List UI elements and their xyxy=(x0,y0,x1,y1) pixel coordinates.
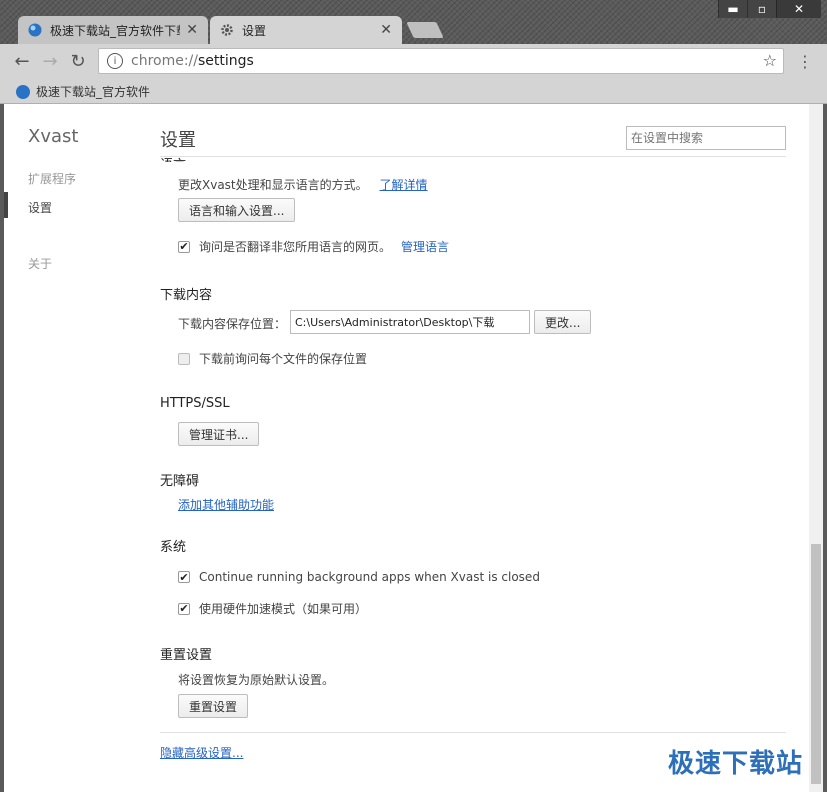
tab-close-icon[interactable]: ✕ xyxy=(186,22,198,38)
background-apps-checkbox-row[interactable]: ✔ Continue running background apps when … xyxy=(178,570,540,584)
download-location-label: 下载内容保存位置： xyxy=(178,317,287,331)
url-scheme: chrome:// xyxy=(131,53,198,69)
window-controls: ▬ ▫ ✕ xyxy=(718,0,821,18)
url-path: settings xyxy=(198,53,254,69)
reset-section-title: 重置设置 xyxy=(160,648,213,663)
sidebar-item-extensions[interactable]: 扩展程序 xyxy=(28,170,76,187)
site-favicon-icon xyxy=(28,23,42,37)
scrollbar-thumb[interactable] xyxy=(811,544,821,784)
hardware-accel-label: 使用硬件加速模式（如果可用） xyxy=(199,602,368,616)
language-description: 更改Xvast处理和显示语言的方式。 了解详情 xyxy=(178,176,427,193)
info-icon[interactable]: i xyxy=(107,53,123,69)
header-divider xyxy=(160,156,786,157)
background-apps-label: Continue running background apps when Xv… xyxy=(199,570,540,584)
tab-title: 设置 xyxy=(242,23,267,38)
hardware-accel-checkbox-row[interactable]: ✔ 使用硬件加速模式（如果可用） xyxy=(178,600,367,617)
watermark-logo: 极速下载站 xyxy=(667,749,803,779)
manage-certificates-button[interactable]: 管理证书... xyxy=(178,422,260,446)
ask-location-label: 下载前询问每个文件的保存位置 xyxy=(199,352,368,366)
translate-label: 询问是否翻译非您所用语言的网页。 xyxy=(199,240,392,254)
settings-sidebar: Xvast 扩展程序 设置 关于 xyxy=(4,104,154,792)
change-download-location-button[interactable]: 更改... xyxy=(534,310,592,334)
back-button[interactable]: ← xyxy=(12,52,32,72)
gear-icon xyxy=(220,23,234,37)
background-apps-checkbox[interactable]: ✔ xyxy=(178,571,190,584)
sidebar-item-about[interactable]: 关于 xyxy=(28,255,52,272)
language-section-title: 语言 xyxy=(160,154,186,162)
ask-location-checkbox-row[interactable]: 下载前询问每个文件的保存位置 xyxy=(178,350,367,367)
title-bar: ▬ ▫ ✕ 极速下载站_官方软件下载 ✕ 设置 ✕ xyxy=(0,0,827,44)
bookmark-label: 极速下载站_官方软件 xyxy=(36,85,151,99)
https-section-title: HTTPS/SSL xyxy=(160,396,230,411)
new-tab-button[interactable] xyxy=(406,22,444,38)
menu-button[interactable]: ⋮ xyxy=(797,52,813,71)
hardware-accel-checkbox[interactable]: ✔ xyxy=(178,602,190,615)
translate-checkbox[interactable]: ✔ xyxy=(178,240,190,253)
accessibility-section-title: 无障碍 xyxy=(160,474,200,489)
forward-button[interactable]: → xyxy=(40,52,60,72)
brand-name: Xvast xyxy=(28,126,79,147)
translate-checkbox-row[interactable]: ✔ 询问是否翻译非您所用语言的网页。 管理语言 xyxy=(178,238,449,255)
page-title: 设置 xyxy=(160,130,196,151)
tab-jisu-download[interactable]: 极速下载站_官方软件下载 ✕ xyxy=(18,16,208,44)
language-description-text: 更改Xvast处理和显示语言的方式。 xyxy=(178,178,368,192)
tab-title: 极速下载站_官方软件下载 xyxy=(50,23,181,38)
manage-languages-link[interactable]: 管理语言 xyxy=(401,238,449,255)
language-input-settings-button[interactable]: 语言和输入设置... xyxy=(178,198,296,222)
reset-settings-button[interactable]: 重置设置 xyxy=(178,694,249,718)
download-location-field[interactable] xyxy=(290,310,530,334)
tab-close-icon[interactable]: ✕ xyxy=(380,22,392,38)
footer-divider xyxy=(160,732,786,733)
settings-page: Xvast 扩展程序 设置 关于 设置 语言 更改Xvast处理和显示语言的方式… xyxy=(0,104,827,792)
reset-description: 将设置恢复为原始默认设置。 xyxy=(178,673,335,687)
bookmark-star-icon[interactable]: ☆ xyxy=(763,51,777,70)
close-window-button[interactable]: ✕ xyxy=(776,0,821,18)
system-section-title: 系统 xyxy=(160,540,187,555)
toolbar: ← → ↻ i chrome:// settings ☆ ⋮ xyxy=(0,44,827,80)
ask-location-checkbox[interactable] xyxy=(178,352,190,365)
minimize-button[interactable]: ▬ xyxy=(718,0,747,18)
bookmark-item[interactable]: 极速下载站_官方软件 xyxy=(16,83,150,100)
bookmarks-bar: 极速下载站_官方软件 xyxy=(0,80,827,104)
address-bar[interactable]: i chrome:// settings ☆ xyxy=(98,48,784,74)
downloads-section-title: 下载内容 xyxy=(160,288,213,303)
site-favicon-icon xyxy=(16,84,30,99)
tab-settings[interactable]: 设置 ✕ xyxy=(210,16,402,44)
reload-button[interactable]: ↻ xyxy=(68,52,88,72)
vertical-scrollbar[interactable] xyxy=(809,104,823,792)
hide-advanced-settings-link[interactable]: 隐藏高级设置... xyxy=(160,744,243,761)
maximize-button[interactable]: ▫ xyxy=(747,0,776,18)
add-accessibility-features-link[interactable]: 添加其他辅助功能 xyxy=(178,496,274,513)
settings-search-input[interactable] xyxy=(626,126,786,150)
sidebar-item-settings[interactable]: 设置 xyxy=(28,199,52,216)
active-indicator xyxy=(4,192,8,218)
learn-more-link[interactable]: 了解详情 xyxy=(379,178,427,192)
